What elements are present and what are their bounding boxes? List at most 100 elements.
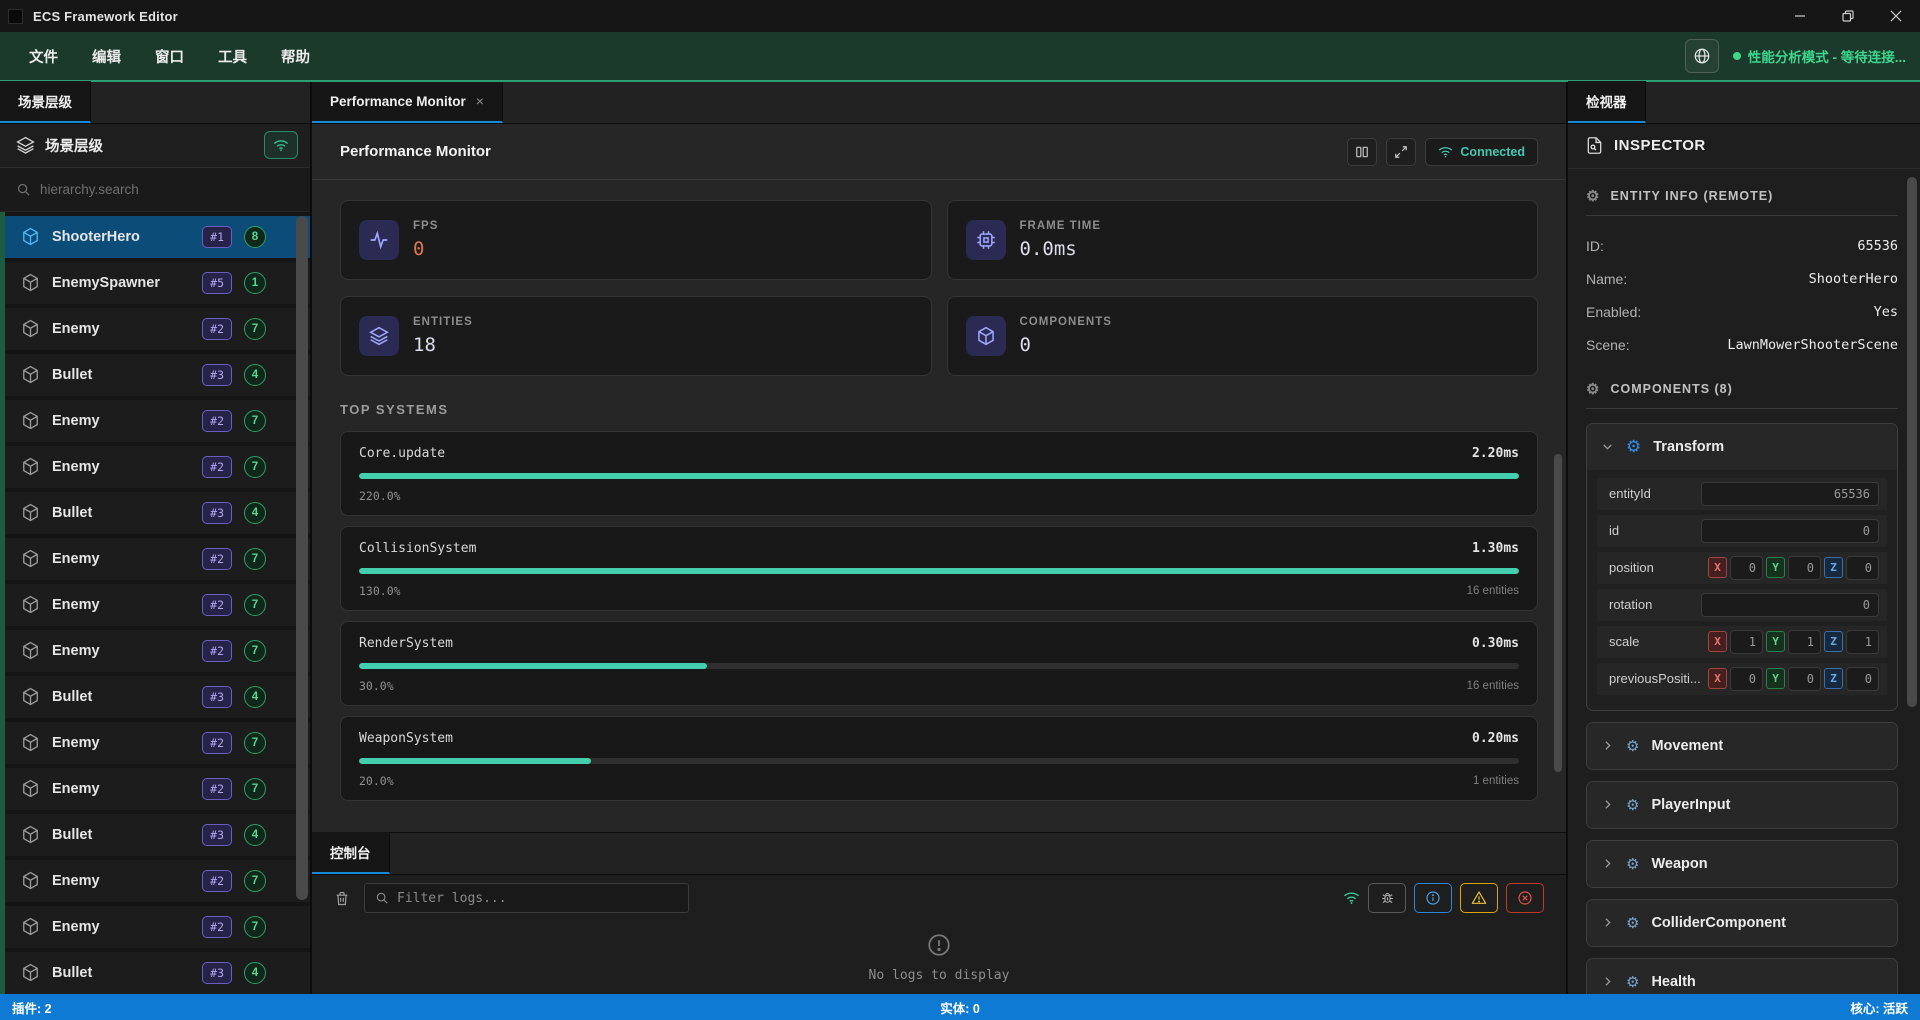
inspector-tabbar: 检视器	[1568, 82, 1920, 124]
transform-row-position: position X 0 Y 0 Z 0	[1597, 552, 1887, 584]
menu-file[interactable]: 文件	[12, 38, 75, 75]
app-icon	[8, 9, 23, 24]
cube-icon	[21, 733, 40, 752]
empty-logs-message: No logs to display	[869, 968, 1010, 983]
hierarchy-row[interactable]: Bullet #3 4	[0, 354, 310, 396]
scale-y-input[interactable]: 1	[1788, 630, 1821, 654]
debug-filter-button[interactable]	[1368, 883, 1406, 913]
menu-window[interactable]: 窗口	[138, 38, 201, 75]
gear-icon: ⚙	[1626, 855, 1639, 873]
performance-monitor-header: Performance Monitor	[312, 124, 1566, 180]
position-y-input[interactable]: 0	[1788, 556, 1821, 580]
rotation-input[interactable]: 0	[1701, 593, 1879, 617]
entity-badge: #2	[202, 594, 232, 616]
gear-icon: ⚙	[1626, 796, 1639, 814]
workspace: 场景层级 场景层级	[0, 82, 1920, 994]
entity-badge: #2	[202, 548, 232, 570]
playerinput-header[interactable]: ⚙ PlayerInput	[1587, 782, 1897, 828]
previous-position-x-input[interactable]: 0	[1730, 667, 1763, 691]
hierarchy-row[interactable]: Enemy #2 7	[0, 446, 310, 488]
axis-z-badge: Z	[1824, 631, 1843, 652]
entity-label: Enemy	[52, 459, 190, 475]
position-z-input[interactable]: 0	[1846, 556, 1879, 580]
collidercomponent-header[interactable]: ⚙ ColliderComponent	[1587, 900, 1897, 946]
position-x-input[interactable]: 0	[1730, 556, 1763, 580]
gear-icon: ⚙	[1626, 914, 1639, 932]
hierarchy-row[interactable]: Enemy #2 7	[0, 768, 310, 810]
warning-filter-button[interactable]	[1460, 883, 1498, 913]
axis-z-badge: Z	[1824, 668, 1843, 689]
info-filter-button[interactable]	[1414, 883, 1452, 913]
menu-tools[interactable]: 工具	[201, 38, 264, 75]
tab-scene-hierarchy[interactable]: 场景层级	[0, 81, 91, 123]
entity-count-badge: 7	[244, 318, 266, 340]
split-view-button[interactable]	[1347, 138, 1377, 166]
entity-label: Bullet	[52, 505, 190, 521]
top-systems-label: TOP SYSTEMS	[340, 402, 1538, 417]
hierarchy-row[interactable]: Bullet #3 4	[0, 492, 310, 534]
divider	[1586, 408, 1898, 409]
hierarchy-row[interactable]: Enemy #2 7	[0, 400, 310, 442]
health-header[interactable]: ⚙ Health	[1587, 959, 1897, 994]
bug-icon	[1380, 891, 1395, 906]
scale-x-input[interactable]: 1	[1730, 630, 1763, 654]
hierarchy-row[interactable]: Enemy #2 7	[0, 906, 310, 948]
hierarchy-row[interactable]: Bullet #3 4	[0, 952, 310, 994]
error-filter-button[interactable]	[1506, 883, 1544, 913]
entity-label: Enemy	[52, 873, 190, 889]
hierarchy-row[interactable]: Enemy #2 7	[0, 538, 310, 580]
log-filter-input[interactable]	[397, 891, 657, 906]
tab-performance-monitor[interactable]: Performance Monitor ×	[312, 82, 503, 123]
inspector-scrollbar[interactable]	[1907, 177, 1917, 707]
tab-console[interactable]: 控制台	[312, 832, 390, 874]
restore-button[interactable]	[1824, 0, 1872, 32]
previous-position-z-input[interactable]: 0	[1846, 667, 1879, 691]
close-button[interactable]	[1872, 0, 1920, 32]
entity-count-badge: 7	[244, 410, 266, 432]
connection-status-chip[interactable]: Connected	[1425, 138, 1538, 166]
id-input[interactable]: 0	[1701, 519, 1879, 543]
progress-bar	[359, 758, 1519, 764]
hierarchy-row[interactable]: Enemy #2 7	[0, 584, 310, 626]
hierarchy-row[interactable]: Enemy #2 7	[0, 630, 310, 672]
menu-edit[interactable]: 编辑	[75, 38, 138, 75]
hierarchy-row[interactable]: ShooterHero #1 8	[0, 216, 310, 258]
components-section-header: ⚙ COMPONENTS (8)	[1586, 380, 1898, 398]
entityid-input[interactable]: 65536	[1701, 482, 1879, 506]
entity-field-id: ID: 65536	[1586, 230, 1898, 263]
component-card-weapon: ⚙ Weapon	[1586, 840, 1898, 888]
entity-badge: #2	[202, 916, 232, 938]
hierarchy-sync-button[interactable]	[264, 131, 298, 159]
hierarchy-row[interactable]: EnemySpawner #5 1	[0, 262, 310, 304]
hierarchy-row[interactable]: Bullet #3 4	[0, 676, 310, 718]
chevron-right-icon	[1601, 798, 1614, 811]
stat-card-components: COMPONENTS 0	[947, 296, 1539, 376]
hierarchy-row[interactable]: Enemy #2 7	[0, 722, 310, 764]
hierarchy-row[interactable]: Bullet #3 4	[0, 814, 310, 856]
entity-label: Enemy	[52, 321, 190, 337]
hierarchy-row[interactable]: Enemy #2 7	[0, 308, 310, 350]
tab-inspector[interactable]: 检视器	[1568, 81, 1646, 123]
minimize-button[interactable]	[1776, 0, 1824, 32]
tab-close-icon[interactable]: ×	[476, 93, 484, 109]
hierarchy-row[interactable]: Enemy #2 7	[0, 860, 310, 902]
scale-z-input[interactable]: 1	[1846, 630, 1879, 654]
entity-label: Bullet	[52, 367, 190, 383]
chevron-right-icon	[1601, 857, 1614, 870]
movement-header[interactable]: ⚙ Movement	[1587, 723, 1897, 769]
language-globe-button[interactable]	[1685, 39, 1719, 73]
entity-field-enabled: Enabled: Yes	[1586, 296, 1898, 329]
entity-count-badge: 4	[244, 824, 266, 846]
hierarchy-scrollbar[interactable]	[296, 216, 308, 900]
transform-header[interactable]: ⚙ Transform	[1587, 424, 1897, 470]
hierarchy-search-input[interactable]	[40, 182, 240, 197]
menu-help[interactable]: 帮助	[264, 38, 327, 75]
clear-logs-button[interactable]	[334, 890, 350, 907]
activity-icon	[359, 220, 399, 260]
globe-icon	[1693, 47, 1711, 65]
fullscreen-button[interactable]	[1386, 138, 1416, 166]
components-value: 0	[1020, 334, 1112, 356]
weapon-header[interactable]: ⚙ Weapon	[1587, 841, 1897, 887]
previous-position-y-input[interactable]: 0	[1788, 667, 1821, 691]
main-scrollbar[interactable]	[1554, 454, 1562, 772]
